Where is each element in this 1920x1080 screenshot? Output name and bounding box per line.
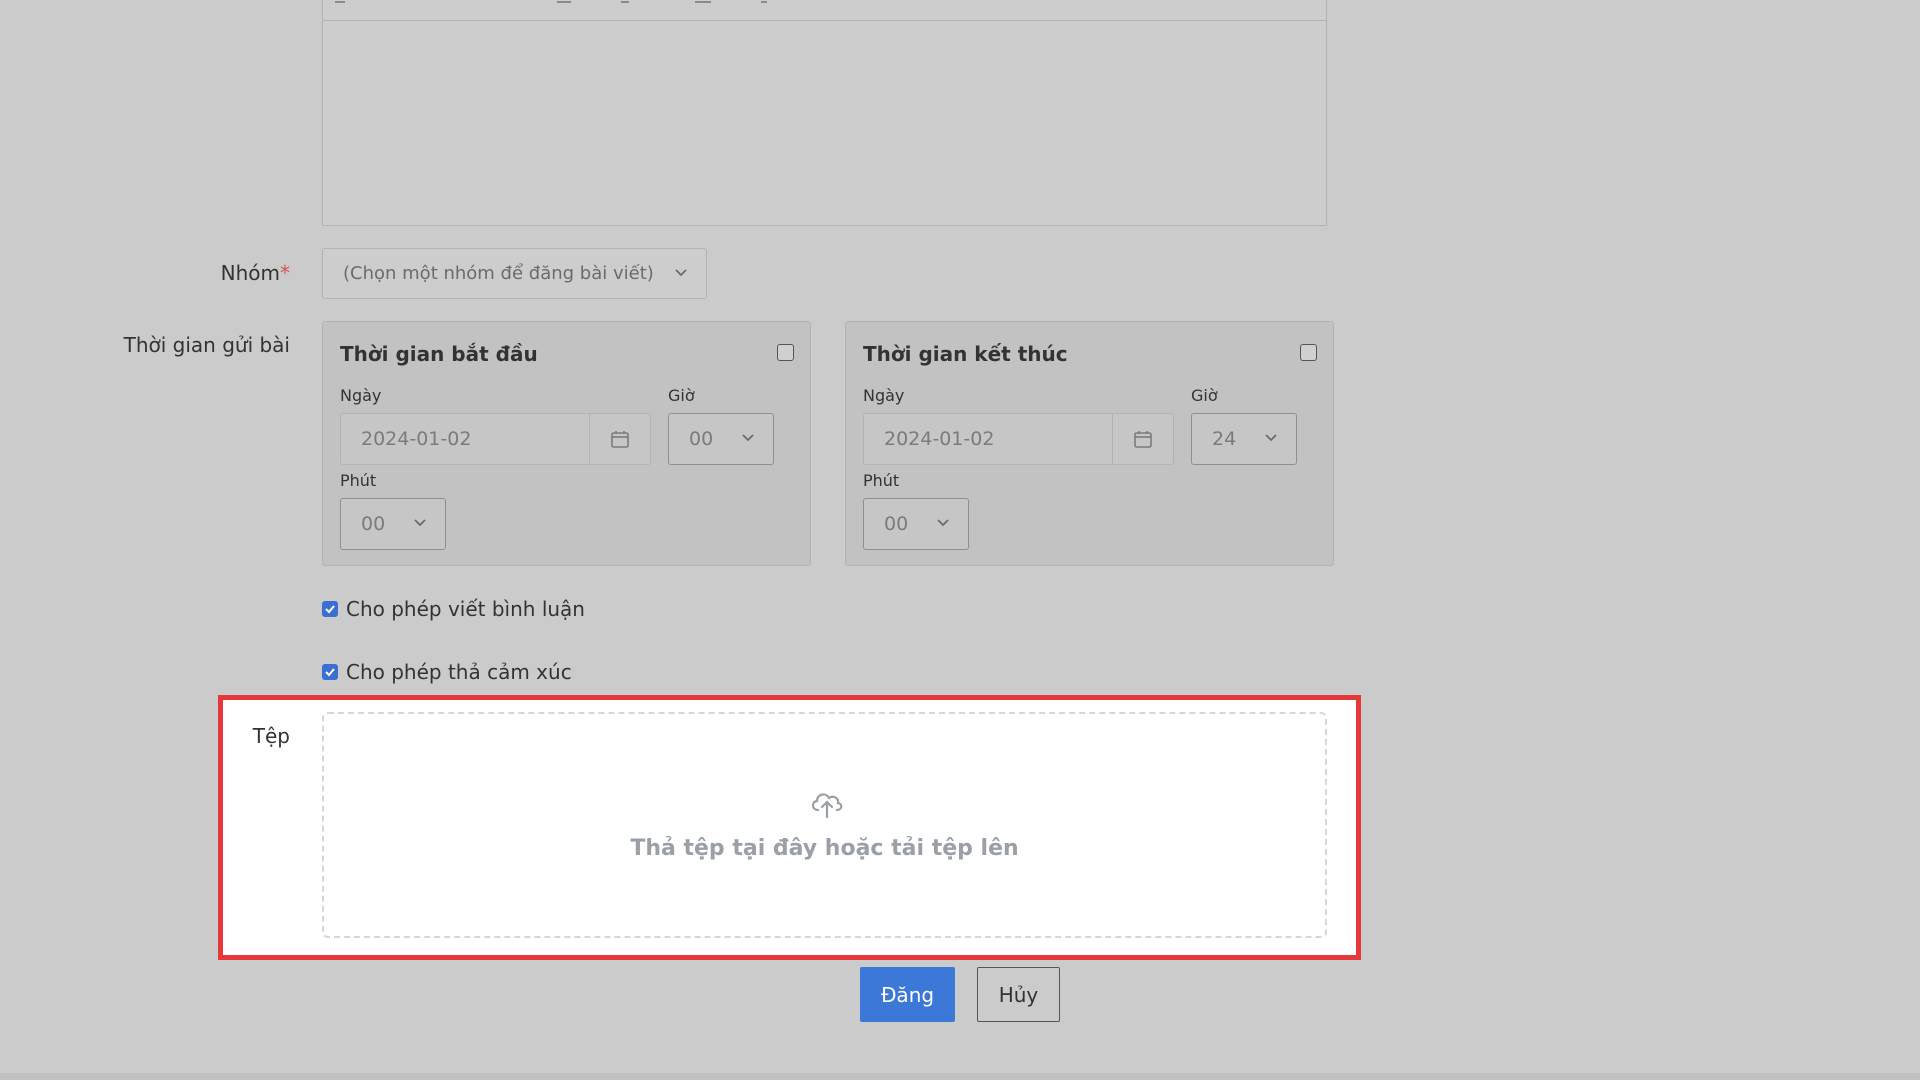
content-editor[interactable] xyxy=(322,0,1327,226)
toolbar-glyph[interactable] xyxy=(335,1,345,3)
chevron-down-icon xyxy=(937,519,949,527)
end-minute-select[interactable]: 00 xyxy=(863,498,969,550)
end-time-panel: Thời gian kết thúc Ngày 2024-01-02 Giờ 2… xyxy=(845,321,1334,566)
start-date-label: Ngày xyxy=(340,386,382,405)
start-time-panel: Thời gian bắt đầu Ngày 2024-01-02 Giờ 00… xyxy=(322,321,811,566)
start-hour-value: 00 xyxy=(689,428,714,450)
end-hour-label: Giờ xyxy=(1191,386,1218,405)
start-date-field[interactable]: 2024-01-02 xyxy=(340,413,651,465)
calendar-icon[interactable] xyxy=(1112,414,1173,464)
allow-reactions-checkbox[interactable] xyxy=(322,664,338,680)
start-minute-select[interactable]: 00 xyxy=(340,498,446,550)
chevron-down-icon xyxy=(675,268,687,276)
toolbar-glyph[interactable] xyxy=(621,1,629,3)
start-hour-label: Giờ xyxy=(668,386,695,405)
file-dropzone[interactable]: Thả tệp tại đây hoặc tải tệp lên xyxy=(322,712,1327,938)
cloud-upload-icon xyxy=(811,793,843,819)
allow-reactions-label: Cho phép thả cảm xúc xyxy=(346,660,572,684)
end-date-value: 2024-01-02 xyxy=(884,428,995,450)
end-hour-select[interactable]: 24 xyxy=(1191,413,1297,465)
allow-comments-option[interactable]: Cho phép viết bình luận xyxy=(322,597,585,621)
allow-reactions-option[interactable]: Cho phép thả cảm xúc xyxy=(322,660,572,684)
chevron-down-icon xyxy=(742,434,754,442)
start-minute-label: Phút xyxy=(340,471,377,490)
start-time-checkbox[interactable] xyxy=(777,344,794,361)
calendar-icon[interactable] xyxy=(589,414,650,464)
page-bottom-edge xyxy=(0,1073,1920,1080)
chevron-down-icon xyxy=(1265,434,1277,442)
underline-icon[interactable] xyxy=(557,1,571,3)
group-select-value: (Chọn một nhóm để đăng bài viết) xyxy=(343,263,654,284)
end-time-checkbox[interactable] xyxy=(1300,344,1317,361)
submit-button[interactable]: Đăng xyxy=(860,967,955,1022)
file-label: Tệp xyxy=(252,724,290,748)
allow-comments-checkbox[interactable] xyxy=(322,601,338,617)
toolbar-glyph[interactable] xyxy=(761,1,767,3)
cancel-button[interactable]: Hủy xyxy=(977,967,1060,1022)
end-hour-value: 24 xyxy=(1212,428,1237,450)
checkmark-icon xyxy=(325,668,335,677)
editor-toolbar xyxy=(323,0,1326,21)
allow-comments-label: Cho phép viết bình luận xyxy=(346,597,585,621)
start-minute-value: 00 xyxy=(361,513,386,535)
end-minute-value: 00 xyxy=(884,513,909,535)
end-date-label: Ngày xyxy=(863,386,905,405)
dropzone-text: Thả tệp tại đây hoặc tải tệp lên xyxy=(630,836,1019,861)
start-time-title: Thời gian bắt đầu xyxy=(340,342,538,366)
group-label: Nhóm* xyxy=(220,261,290,285)
end-time-title: Thời gian kết thúc xyxy=(863,342,1068,366)
start-date-value: 2024-01-02 xyxy=(361,428,472,450)
group-select[interactable]: (Chọn một nhóm để đăng bài viết) xyxy=(322,248,707,299)
schedule-label: Thời gian gửi bài xyxy=(123,333,290,357)
start-hour-select[interactable]: 00 xyxy=(668,413,774,465)
chevron-down-icon xyxy=(414,519,426,527)
checkmark-icon xyxy=(325,605,335,614)
list-icon[interactable] xyxy=(695,1,711,3)
end-minute-label: Phút xyxy=(863,471,900,490)
end-date-field[interactable]: 2024-01-02 xyxy=(863,413,1174,465)
